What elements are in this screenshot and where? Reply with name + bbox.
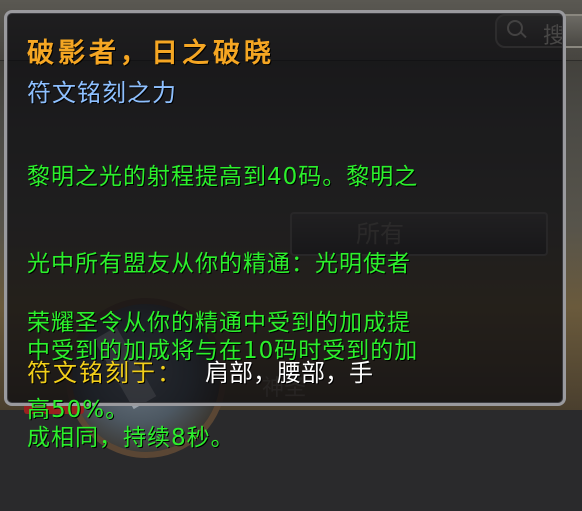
item-title: 破影者，日之破晓 xyxy=(27,38,275,69)
inscribe-value: 肩部，腰部，手 xyxy=(205,359,373,387)
effect-2-line: 荣耀圣令从你的精通中受到的加成提 xyxy=(27,310,411,336)
item-subtitle: 符文铭刻之力 xyxy=(27,79,177,107)
effect-2-line: 高50%。 xyxy=(27,397,130,423)
item-tooltip: 破影者，日之破晓 符文铭刻之力 黎明之光的射程提高到40码。黎明之 光中所有盟友… xyxy=(4,10,566,451)
inscribe-label: 符文铭刻于： xyxy=(27,359,183,387)
effect-1-line: 黎明之光的射程提高到40码。黎明之 xyxy=(27,164,419,190)
inscribe-slots: 符文铭刻于： 肩部，腰部，手 xyxy=(27,353,373,388)
